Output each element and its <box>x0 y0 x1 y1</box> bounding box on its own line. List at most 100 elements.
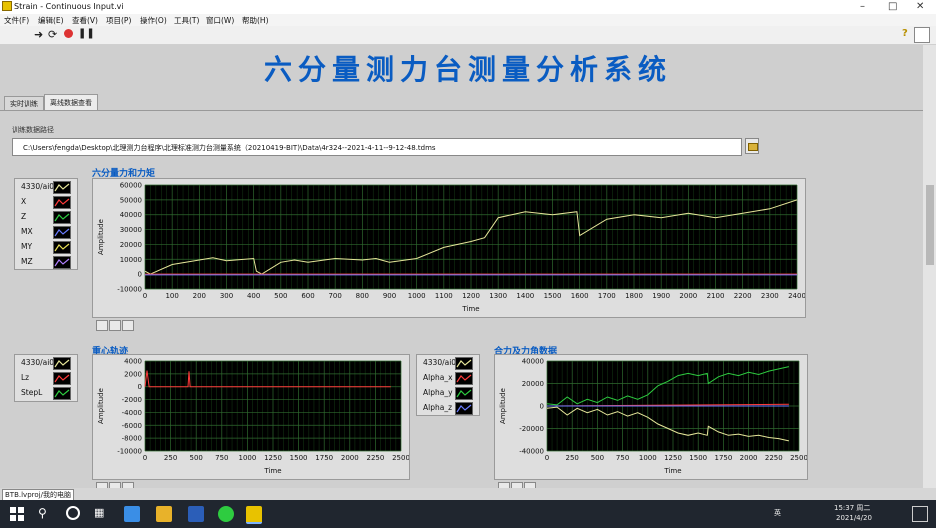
x-axis-label: Time <box>461 305 479 313</box>
x-tick-label: 1500 <box>544 292 562 300</box>
legend-item[interactable]: MX <box>15 224 77 240</box>
y-tick-label: -2000 <box>122 396 142 404</box>
app-icon[interactable] <box>124 506 140 522</box>
abort-icon[interactable] <box>64 29 73 38</box>
windows-start-icon[interactable] <box>10 507 24 521</box>
wechat-icon[interactable] <box>218 506 234 522</box>
legend-item[interactable]: 4330/ai0 <box>15 179 77 195</box>
labview-taskbar-icon[interactable] <box>246 506 262 524</box>
legend-swatch <box>53 226 71 239</box>
x-tick-label: 400 <box>247 292 260 300</box>
run-arrow-icon[interactable]: ➜ <box>34 28 43 41</box>
x-tick-label: 750 <box>215 454 228 462</box>
path-label: 训练数据路径 <box>12 126 54 134</box>
x-tick-label: 2300 <box>761 292 779 300</box>
x-tick-label: 1800 <box>625 292 643 300</box>
cop-chart-frame: 0 250 500 750 1000 1250 1500 1750 2000 2250 2500 40… <box>92 354 410 480</box>
y-tick-label: 50000 <box>120 196 142 204</box>
resultant-chart[interactable]: 0 250 500 750 1000 1250 1500 1750 2000 2250 2500 40… <box>495 355 808 479</box>
menu-operate[interactable]: 操作(O) <box>140 15 167 26</box>
x-tick-label: 500 <box>591 454 604 462</box>
y-tick-label: 20000 <box>120 241 142 249</box>
vertical-scrollbar[interactable] <box>923 45 936 488</box>
x-tick-label: 2000 <box>341 454 359 462</box>
x-tick-label: 1500 <box>689 454 707 462</box>
x-tick-label: 1300 <box>489 292 507 300</box>
y-tick-label: 0 <box>540 403 544 411</box>
legend-item[interactable]: Alpha_z <box>417 400 479 416</box>
x-tick-label: 1250 <box>264 454 282 462</box>
legend-item[interactable]: 4330/ai0 <box>15 355 77 371</box>
y-tick-label: 2000 <box>124 370 142 378</box>
notification-icon[interactable] <box>912 506 928 522</box>
x-tick-label: 600 <box>301 292 314 300</box>
x-tick-label: 1100 <box>435 292 453 300</box>
legend-item[interactable]: Lz <box>15 370 77 386</box>
x-tick-label: 2100 <box>707 292 725 300</box>
y-tick-label: -6000 <box>122 422 142 430</box>
x-tick-label: 1700 <box>598 292 616 300</box>
clock-time[interactable]: 15:37 周二 <box>834 503 870 513</box>
scrollbar-thumb[interactable] <box>926 185 934 265</box>
tab-offline[interactable]: 离线数据查看 <box>44 94 98 111</box>
cop-chart[interactable]: 0 250 500 750 1000 1250 1500 1750 2000 2250 2500 40… <box>93 355 410 479</box>
legend-item[interactable]: StepL <box>15 385 77 401</box>
graph-palette[interactable] <box>96 320 135 332</box>
menu-project[interactable]: 项目(P) <box>106 15 131 26</box>
menu-help[interactable]: 帮助(H) <box>242 15 269 26</box>
legend-item[interactable]: 4330/ai0 <box>417 355 479 371</box>
x-tick-label: 2000 <box>740 454 758 462</box>
page-title: 六分量测力台测量分析系统 <box>263 53 672 86</box>
y-tick-label: 40000 <box>120 211 142 219</box>
legend-item[interactable]: Alpha_y <box>417 385 479 401</box>
minimize-icon[interactable]: – <box>860 1 865 12</box>
x-tick-label: 1000 <box>639 454 657 462</box>
y-tick-label: -20000 <box>519 425 544 433</box>
legend-item[interactable]: MZ <box>15 254 77 270</box>
word-icon[interactable] <box>188 506 204 522</box>
menu-view[interactable]: 查看(V) <box>72 15 98 26</box>
y-tick-label: -4000 <box>122 409 142 417</box>
path-field[interactable]: C:\Users\fengda\Desktop\北理测力台程序\北理标准测力台测… <box>12 138 742 156</box>
legend-item[interactable]: Alpha_x <box>417 370 479 386</box>
close-icon[interactable]: ✕ <box>916 1 924 12</box>
help-icon[interactable]: ? <box>902 28 908 39</box>
resultant-chart-frame: 0 250 500 750 1000 1250 1500 1750 2000 2250 2500 40… <box>494 354 808 480</box>
cortana-icon[interactable] <box>66 506 80 520</box>
menu-edit[interactable]: 编辑(E) <box>38 15 64 26</box>
x-tick-label: 1900 <box>652 292 670 300</box>
tab-realtime[interactable]: 实时训练 <box>4 96 44 111</box>
legend-item[interactable]: MY <box>15 239 77 255</box>
y-tick-label: 60000 <box>120 182 142 190</box>
clock-date[interactable]: 2021/4/20 <box>836 514 872 522</box>
x-tick-label: 1200 <box>462 292 480 300</box>
legend-swatch <box>53 181 71 194</box>
menu-file[interactable]: 文件(F) <box>4 15 29 26</box>
x-axis-label: Time <box>263 467 281 475</box>
legend-item[interactable]: X <box>15 194 77 210</box>
x-tick-label: 2000 <box>679 292 697 300</box>
legend-swatch <box>53 196 71 209</box>
menu-window[interactable]: 窗口(W) <box>206 15 234 26</box>
main-chart[interactable]: 0 100 200 300 400 500 600 700 800 900 1000 1100 1200… <box>93 179 806 317</box>
legend-swatch <box>53 372 71 385</box>
x-tick-label: 900 <box>383 292 396 300</box>
legend-item[interactable]: Z <box>15 209 77 225</box>
y-tick-label: 0 <box>138 271 142 279</box>
y-tick-label: -40000 <box>519 448 544 456</box>
ime-indicator[interactable]: 英 <box>774 508 781 518</box>
pause-icon[interactable]: ❚❚ <box>78 28 95 39</box>
run-continuously-icon[interactable]: ⟳ <box>48 28 57 41</box>
x-tick-label: 100 <box>165 292 178 300</box>
restore-icon[interactable]: □ <box>888 1 897 12</box>
menu-tools[interactable]: 工具(T) <box>174 15 199 26</box>
file-explorer-icon[interactable] <box>156 506 172 522</box>
browse-folder-icon[interactable] <box>745 138 759 154</box>
task-view-icon[interactable]: ▦ <box>94 506 104 519</box>
x-tick-label: 1600 <box>571 292 589 300</box>
x-tick-label: 1750 <box>714 454 732 462</box>
search-icon[interactable]: ⚲ <box>38 506 47 520</box>
legend-swatch <box>53 211 71 224</box>
legend-swatch <box>455 357 473 370</box>
x-tick-label: 1250 <box>664 454 682 462</box>
